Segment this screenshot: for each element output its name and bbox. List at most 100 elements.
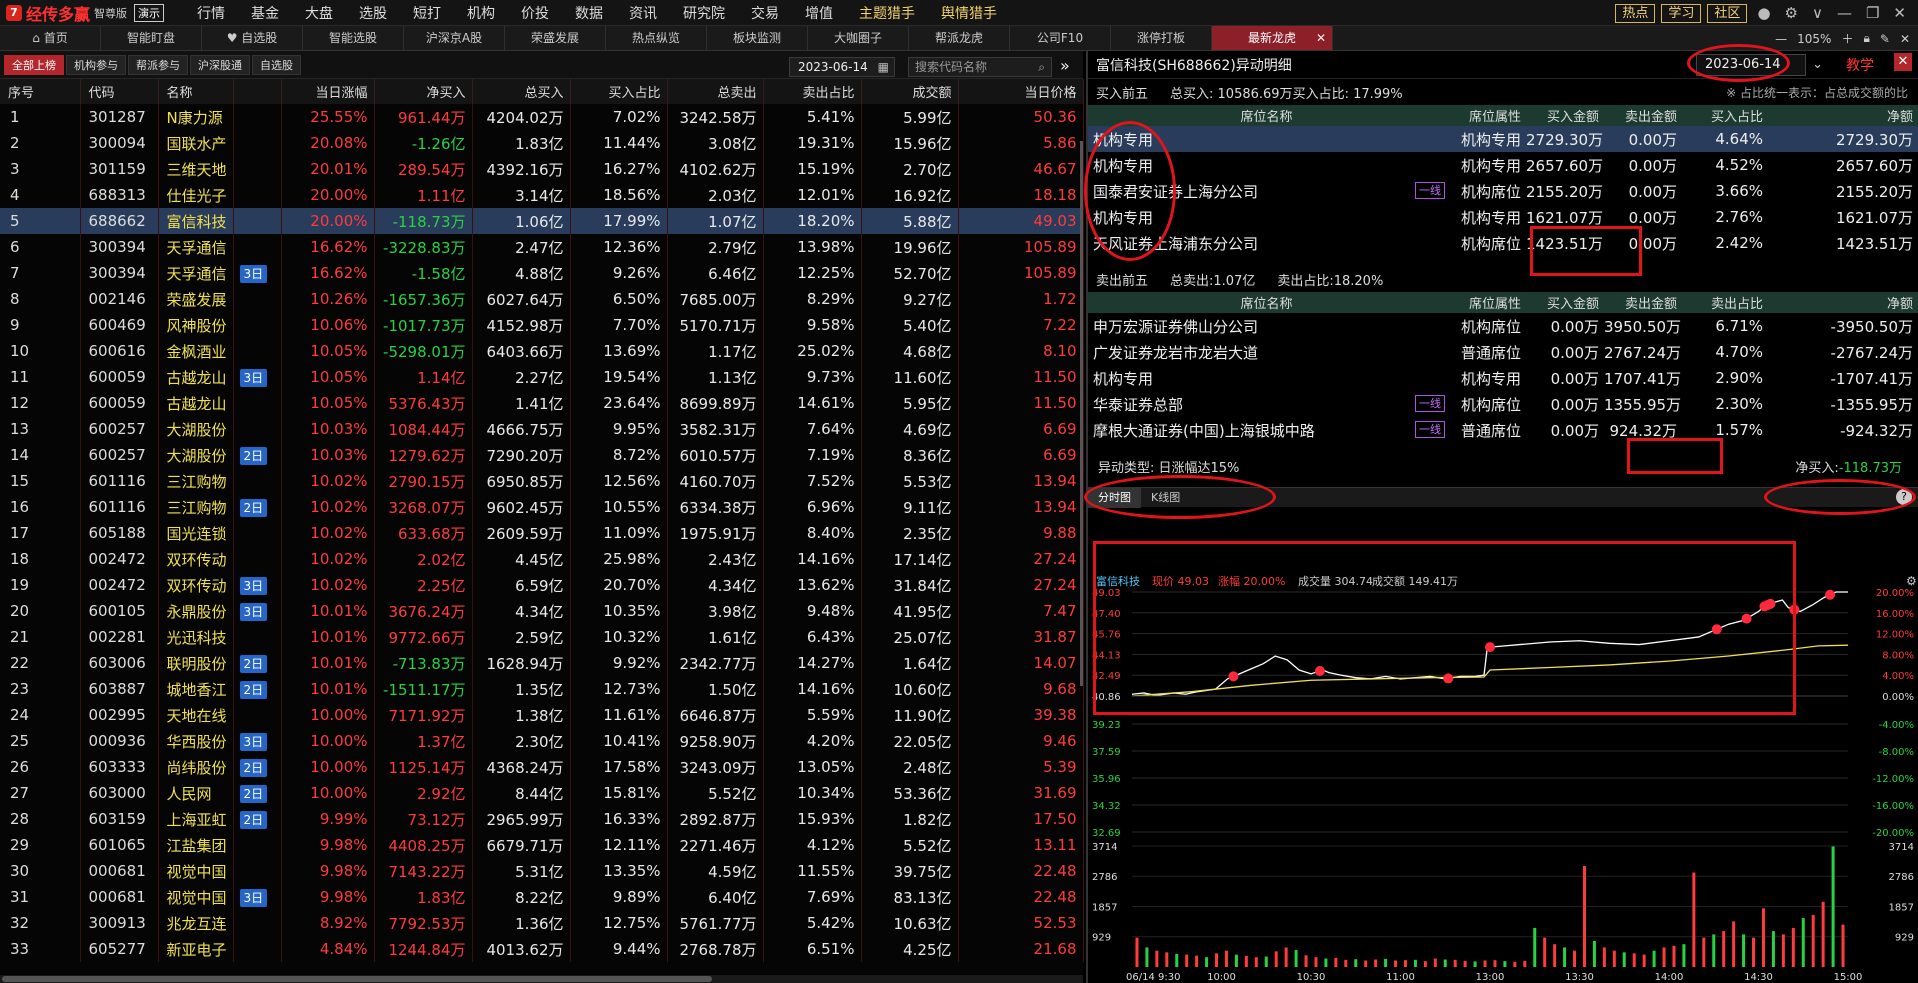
delete-icon[interactable]: ✕ <box>1900 32 1910 46</box>
lock-icon[interactable]: 🔒︎ <box>1863 31 1869 46</box>
expand-icon[interactable]: » <box>1060 56 1070 75</box>
table-row[interactable]: 2 300094 国联水产 20.08% -1.26亿 1.83亿 11.44% 3.08亿 1… <box>0 130 1084 156</box>
table-row[interactable]: 33 605277 新亚电子 4.84% 1244.84万 4013.62万 9.44% 27… <box>0 936 1084 962</box>
table-row[interactable]: 1 301287 N康力源 25.55% 961.44万 4204.02万 7.02% 324… <box>0 104 1084 130</box>
table-row[interactable]: 5 688662 富信科技 20.00% -118.73万 1.06亿 17.99% 1.07… <box>0 208 1084 234</box>
minimize-icon[interactable]: — <box>1833 4 1856 22</box>
gear-icon[interactable]: ⚙ <box>1781 4 1802 22</box>
nav-tab-9[interactable]: 帮派龙虎 <box>909 26 1010 50</box>
filter-tab-4[interactable]: 自选股 <box>252 54 301 75</box>
column-header[interactable]: 总卖出 <box>667 79 764 104</box>
seat-row[interactable]: 天风证券上海浦东分公司 机构席位 1423.51万 0.00万 2.42% 1423.51… <box>1088 230 1918 256</box>
pen-icon[interactable]: ✎ <box>1880 32 1890 46</box>
nav-tab-0[interactable]: ⌂ 首页 <box>0 26 101 50</box>
filter-tab-3[interactable]: 沪深股通 <box>190 54 250 75</box>
nav-tab-7[interactable]: 板块监测 <box>707 26 808 50</box>
table-row[interactable]: 7 300394 天孚通信 3日 16.62% -1.58亿 4.88亿 9.26% 6.46亿… <box>0 260 1084 286</box>
table-row[interactable]: 13 600257 大湖股份 10.03% 1084.44万 4666.75万 9.95% 3… <box>0 416 1084 442</box>
table-row[interactable]: 11 600059 古越龙山 3日 10.05% 1.14亿 2.27亿 19.54% 1.13… <box>0 364 1084 390</box>
hot-button[interactable]: 热点 <box>1615 3 1656 23</box>
table-row[interactable]: 10 600616 金枫酒业 10.05% -5298.01万 6403.66万 13.69… <box>0 338 1084 364</box>
table-row[interactable]: 9 600469 风神股份 10.06% -1017.73万 4152.98万 7.70% 5… <box>0 312 1084 338</box>
column-header[interactable]: 序号 <box>0 79 81 104</box>
tab-kline[interactable]: K线图 <box>1141 488 1190 508</box>
nav-tab-11[interactable]: 涨停打板 <box>1111 26 1212 50</box>
column-header[interactable]: 总买入 <box>472 79 571 104</box>
zoom-in-icon[interactable]: ＋ <box>1841 30 1853 47</box>
list-date-picker[interactable]: 2023-06-14 ▦ <box>789 57 895 77</box>
table-row[interactable]: 29 601065 江盐集团 9.98% 4408.25万 6679.71万 12.11% 2… <box>0 832 1084 858</box>
close-tab-icon[interactable]: ✕ <box>1316 26 1326 50</box>
vertical-scrollbar[interactable] <box>1080 141 1083 686</box>
column-header[interactable]: 当日价格 <box>958 79 1084 104</box>
table-row[interactable]: 25 000936 华西股份 3日 10.00% 1.37亿 2.30亿 10.41% 9258… <box>0 728 1084 754</box>
seat-row[interactable]: 摩根大通证券(中国)上海银城中路 一线 普通席位 0.00万 924.32万 1.57% -… <box>1088 417 1918 443</box>
table-row[interactable]: 27 603000 人民网 2日 10.00% 2.92亿 8.44亿 15.81% 5.52亿… <box>0 780 1084 806</box>
table-row[interactable]: 12 600059 古越龙山 10.05% 5376.43万 1.41亿 23.64% 869… <box>0 390 1084 416</box>
seat-row[interactable]: 机构专用 机构专用 2657.60万 0.00万 4.52% 2657.60万 <box>1088 152 1918 178</box>
column-header[interactable]: 名称 <box>158 79 234 104</box>
menu-item-5[interactable]: 机构 <box>454 3 508 23</box>
nav-tab-10[interactable]: 公司F10 <box>1010 26 1111 50</box>
menu-item-7[interactable]: 数据 <box>562 3 616 23</box>
table-row[interactable]: 21 002281 光迅科技 10.01% 9772.66万 2.59亿 10.32% 1.6… <box>0 624 1084 650</box>
menu-item-13[interactable]: 舆情猎手 <box>928 3 1010 23</box>
close-icon[interactable]: ✕ <box>1894 53 1912 71</box>
column-header[interactable]: 净买入 <box>374 79 473 104</box>
horizontal-scrollbar[interactable] <box>0 975 1083 983</box>
detail-date-select[interactable]: 2023-06-14 ⌄ <box>1696 54 1823 76</box>
table-row[interactable]: 18 002472 双环传动 10.02% 2.02亿 4.45亿 25.98% 2.43亿 1… <box>0 546 1084 572</box>
menu-item-12[interactable]: 主题猎手 <box>846 3 928 23</box>
chevron-down-icon[interactable]: ∨ <box>1808 4 1827 22</box>
column-header[interactable] <box>233 79 282 104</box>
table-row[interactable]: 26 603333 尚纬股份 2日 10.00% 1125.14万 4368.24万 17.5… <box>0 754 1084 780</box>
table-row[interactable]: 28 603159 上海亚虹 2日 9.99% 73.12万 2965.99万 16.33% 2… <box>0 806 1084 832</box>
menu-item-6[interactable]: 价投 <box>508 3 562 23</box>
nav-tab-12[interactable]: 最新龙虎 ✕ <box>1212 26 1333 50</box>
menu-item-2[interactable]: 大盘 <box>292 3 346 23</box>
table-row[interactable]: 30 000681 视觉中国 9.98% 7143.22万 5.31亿 13.35% 4.59… <box>0 858 1084 884</box>
seat-row[interactable]: 国泰君安证券上海分公司 一线 机构席位 2155.20万 0.00万 3.66% 2155.… <box>1088 178 1918 204</box>
search-icon[interactable]: ⌕ <box>1038 58 1045 76</box>
nav-tab-6[interactable]: 热点纵览 <box>606 26 707 50</box>
seat-row[interactable]: 机构专用 机构专用 2729.30万 0.00万 4.64% 2729.30万 <box>1088 126 1918 152</box>
seat-row[interactable]: 申万宏源证券佛山分公司 机构席位 0.00万 3950.50万 6.71% -3950.5… <box>1088 313 1918 339</box>
nav-tab-5[interactable]: 荣盛发展 <box>505 26 606 50</box>
table-row[interactable]: 16 601116 三江购物 2日 10.02% 3268.07万 9602.45万 10.5… <box>0 494 1084 520</box>
community-button[interactable]: 社区 <box>1707 3 1748 23</box>
learn-button[interactable]: 学习 <box>1661 3 1702 23</box>
scrollbar-thumb[interactable] <box>2 976 712 982</box>
table-row[interactable]: 3 301159 三维天地 20.01% 289.54万 4392.16万 16.27% 41… <box>0 156 1084 182</box>
menu-item-3[interactable]: 选股 <box>346 3 400 23</box>
tab-intraday[interactable]: 分时图 <box>1088 487 1141 508</box>
nav-tab-3[interactable]: 智能选股 <box>303 26 404 50</box>
column-header[interactable]: 当日涨幅 <box>281 79 375 104</box>
table-row[interactable]: 22 603006 联明股份 2日 10.01% -713.83万 1628.94万 9.92… <box>0 650 1084 676</box>
restore-icon[interactable]: ❐ <box>1862 4 1883 22</box>
seat-row[interactable]: 机构专用 机构专用 0.00万 1707.41万 2.90% -1707.41万 <box>1088 365 1918 391</box>
close-icon[interactable]: ✕ <box>1889 4 1910 22</box>
table-row[interactable]: 31 000681 视觉中国 3日 9.98% 1.83亿 8.22亿 9.89% 6.40亿 7… <box>0 884 1084 910</box>
menu-item-1[interactable]: 基金 <box>238 3 292 23</box>
seat-row[interactable]: 华泰证券总部 一线 机构席位 0.00万 1355.95万 2.30% -1355.95万 <box>1088 391 1918 417</box>
nav-tab-1[interactable]: 智能盯盘 <box>101 26 202 50</box>
nav-tab-8[interactable]: 大咖圈子 <box>808 26 909 50</box>
table-row[interactable]: 24 002995 天地在线 10.00% 7171.92万 1.38亿 11.61% 664… <box>0 702 1084 728</box>
menu-item-9[interactable]: 研究院 <box>670 3 738 23</box>
teach-link[interactable]: 教学 <box>1846 55 1874 75</box>
filter-tab-1[interactable]: 机构参与 <box>66 54 126 75</box>
table-row[interactable]: 4 688313 仕佳光子 20.00% 1.11亿 3.14亿 18.56% 2.03亿 12… <box>0 182 1084 208</box>
menu-item-8[interactable]: 资讯 <box>616 3 670 23</box>
column-header[interactable]: 代码 <box>80 79 159 104</box>
table-row[interactable]: 8 002146 荣盛发展 10.26% -1657.36万 6027.64万 6.50% 7… <box>0 286 1084 312</box>
seat-row[interactable]: 机构专用 机构专用 1621.07万 0.00万 2.76% 1621.07万 <box>1088 204 1918 230</box>
zoom-out-icon[interactable]: — <box>1775 32 1787 46</box>
filter-tab-0[interactable]: 全部上榜 <box>4 54 64 75</box>
menu-item-4[interactable]: 短打 <box>400 3 454 23</box>
menu-item-10[interactable]: 交易 <box>738 3 792 23</box>
table-row[interactable]: 32 300913 兆龙互连 8.92% 7792.53万 1.36亿 12.75% 5761… <box>0 910 1084 936</box>
nav-tab-4[interactable]: 沪深京A股 <box>404 26 505 50</box>
calendar-icon[interactable]: ▦ <box>878 58 889 76</box>
table-row[interactable]: 20 600105 永鼎股份 3日 10.01% 3676.24万 4.34亿 10.35% 3… <box>0 598 1084 624</box>
column-header[interactable]: 卖出占比 <box>763 79 862 104</box>
